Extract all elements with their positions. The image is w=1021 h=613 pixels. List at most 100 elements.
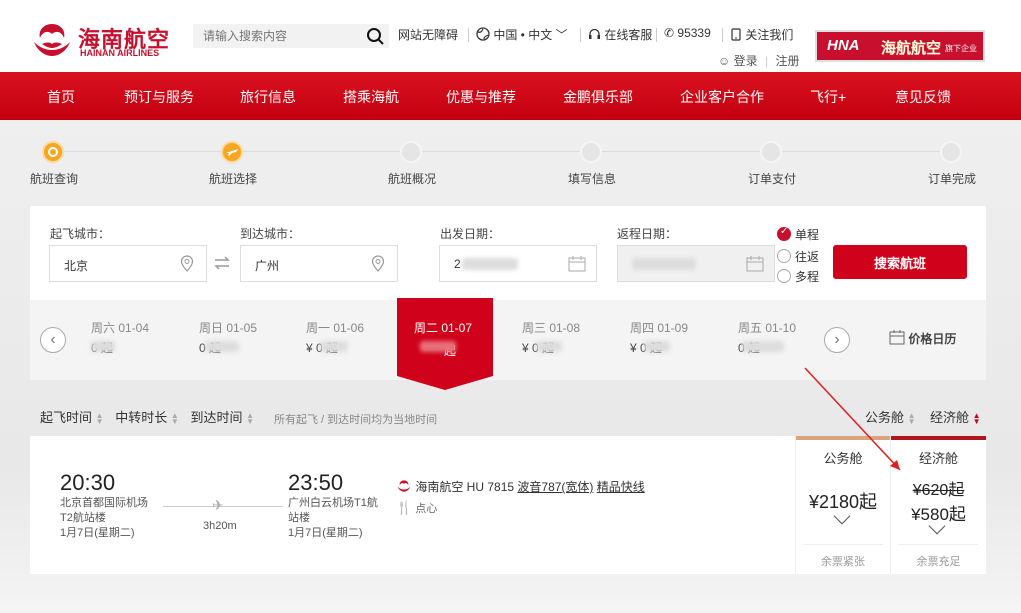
redacted-price [205,341,239,352]
from-city-value: 北京 [64,259,89,273]
date: 1月7日(星期二) [288,527,363,539]
business-cabin-title: 公务舱 [823,451,863,466]
headset-icon [589,28,600,39]
date: 1月7日(星期二) [60,527,135,539]
radio-icon [777,269,791,283]
airport-name: 广州白云机场T1航 [288,497,378,509]
sort-label: 起飞时间 [40,410,93,425]
date-day: 周二 01-07 [414,321,473,335]
nav-item-corporate[interactable]: 企业客户合作 [680,87,764,107]
chevron-right-icon: › [834,331,840,348]
price-calendar-label: 价格日历 [908,332,957,346]
register-link[interactable]: 注册 [775,54,799,68]
radio-icon [777,249,791,263]
from-city-label: 起飞城市： [50,227,111,241]
sort-economy[interactable]: 经济舱 ▲ ▼ [930,407,981,426]
phone-icon: ✆ [664,26,675,40]
flight-number: 海南航空 HU 7815 [415,480,515,494]
business-status: 余票紧张 [821,556,865,568]
main-nav: 首页 预订与服务 旅行信息 搭乘海航 优惠与推荐 金鹏俱乐部 企业客户合作 飞行… [0,72,1021,120]
divider: | [764,54,769,68]
arrival-airport: 广州白云机场T1航 站楼 1月7日(星期二) [288,496,378,541]
trip-type-label: 单程 [795,228,820,242]
sort-transfer[interactable]: 中转时长 ▲ ▼ [115,410,179,425]
sort-depart-time[interactable]: 起飞时间 ▲ ▼ [40,410,104,425]
login-link[interactable]: 登录 [734,54,758,68]
language-selector[interactable]: 中国 • 中文 ﹀ [476,26,568,43]
calendar-icon [568,256,586,272]
nav-item-booking[interactable]: 预订与服务 [124,87,194,107]
accessibility-link[interactable]: 网站无障碍 [398,26,458,43]
sort-arrows-icon: ▲ ▼ [907,410,916,426]
progress-line [54,151,952,152]
nav-item-offers[interactable]: 优惠与推荐 [446,87,516,107]
user-icon: ☺ [718,54,731,68]
return-date-field[interactable] [617,245,775,282]
redacted-price [420,341,456,352]
plane-icon [226,149,238,156]
date-day: 周日 01-05 [199,321,258,335]
step-dot-complete [940,141,962,163]
cabin-top-bar [796,436,890,440]
redacted-price [320,341,348,352]
sort-arrows-icon: ▲ ▼ [246,410,255,426]
divider [468,28,469,42]
nav-item-fly-hainan[interactable]: 搭乘海航 [343,87,399,107]
globe-icon [476,27,490,41]
search-input[interactable] [193,24,359,48]
next-week-button[interactable]: › [824,327,850,353]
time-note: 所有起飞 / 到达时间均为当地时间 [274,414,438,426]
nav-item-travel-info[interactable]: 旅行信息 [240,87,296,107]
nav-item-fly-plus[interactable]: 飞行+ [810,87,846,107]
sort-arrive-time[interactable]: 到达时间 ▲ ▼ [191,410,255,425]
depart-date-label: 出发日期： [440,227,501,241]
route-tag-link[interactable]: 精品快线 [597,480,645,494]
economy-cabin-column[interactable]: 经济舱 ¥620起 ¥580起 余票充足 [890,436,986,574]
price-calendar-button[interactable]: 价格日历 [889,330,956,347]
departure-time: 20:30 [60,470,116,495]
step-dot-overview [400,141,422,163]
prev-week-button[interactable]: ‹ [40,327,66,353]
hotline-number: 95339 [677,26,711,40]
aircraft-link[interactable]: 波音787(宽体) [517,480,593,494]
from-city-field[interactable]: 北京 [49,245,207,282]
date-day: 周四 01-09 [630,321,689,335]
location-pin-icon [180,255,194,272]
depart-date-field[interactable]: 2 [439,245,597,282]
radio-checked-icon [777,226,791,241]
mobile-icon [731,28,741,41]
redacted-date [462,258,518,270]
cutlery-icon: 🍴 [396,500,413,515]
divider [580,28,581,42]
terminal: 站楼 [288,512,310,524]
meal-info: 🍴 点心 [396,500,437,516]
terminal: T2航站楼 [60,512,106,524]
nav-item-feedback[interactable]: 意见反馈 [895,87,951,107]
hna-group-banner[interactable]: HNA 海航航空 旗下企业 [815,30,985,62]
sort-label: 到达时间 [190,410,243,425]
logo-en-text: HAINAN AIRLINES [80,48,160,58]
nav-item-home[interactable]: 首页 [47,87,75,107]
search-flights-button[interactable]: 搜索航班 [833,245,967,279]
hotline-link[interactable]: ✆ 95339 [664,26,711,40]
date-day: 周三 01-08 [522,321,581,335]
calendar-icon [889,330,905,345]
selected-date-label: 周二 01-07 起 [414,319,473,358]
date-day: 周一 01-06 [306,321,365,335]
return-date-label: 返程日期： [617,227,678,241]
location-pin-icon [371,255,385,272]
step-dot-payment [760,141,782,163]
swap-cities-icon[interactable] [211,252,233,274]
search-icon[interactable] [365,26,385,46]
follow-us-link[interactable]: 关注我们 [730,26,793,43]
redacted-price [644,341,670,352]
business-cabin-column[interactable]: 公务舱 ¥2180起 余票紧张 [795,436,890,574]
to-city-field[interactable]: 广州 [240,245,398,282]
airport-name: 北京首都国际机场 [60,497,148,509]
online-service-link[interactable]: 在线客服 [588,26,652,43]
step-label-complete: 订单完成 [928,172,977,186]
nav-item-fortune-wings[interactable]: 金鹏俱乐部 [563,87,633,107]
hainan-airlines-logo[interactable]: 海南航空 HAINAN AIRLINES [30,18,170,62]
divider [804,544,883,545]
sort-business[interactable]: 公务舱 ▲ ▼ [865,407,916,426]
